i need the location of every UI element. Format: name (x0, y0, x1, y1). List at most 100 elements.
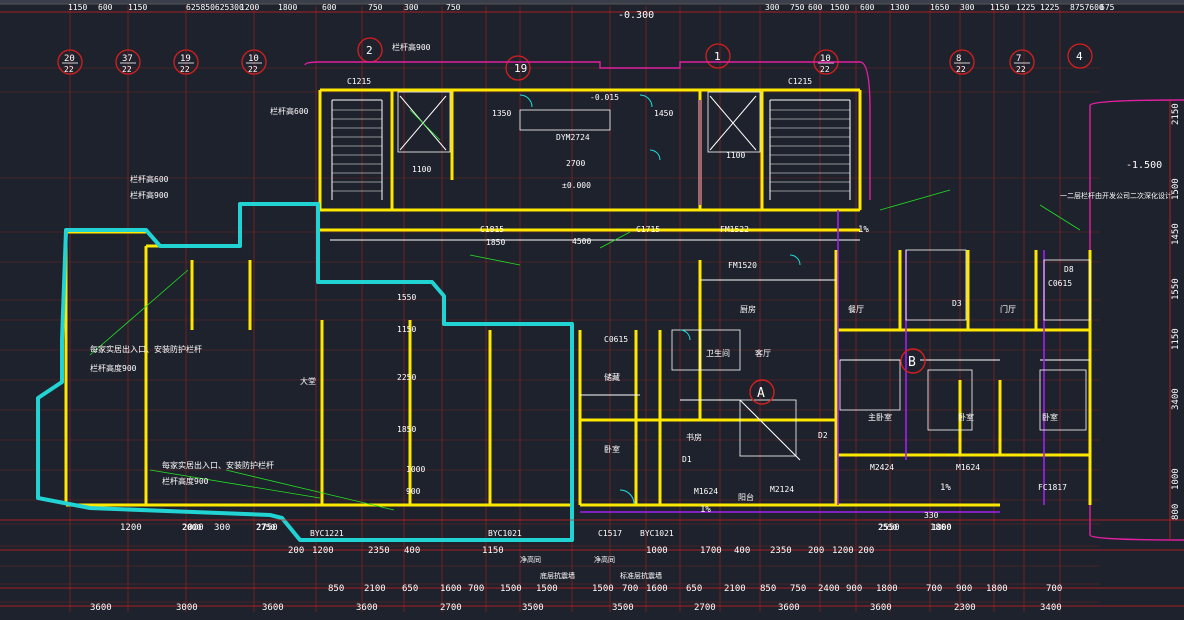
bottom-dim-row1: 2750 (256, 523, 278, 533)
component-tag: C1815 (480, 225, 504, 234)
bottom-dim-row1: 300 (214, 523, 230, 533)
component-tag: 2250 (397, 373, 416, 382)
bottom-label: 底层抗震墙 (540, 571, 575, 580)
guard-note-4: 栏杆高900 (130, 190, 169, 200)
top-dim-label: 600 (808, 3, 823, 12)
component-tag: 1850 (486, 238, 505, 247)
bottom-dim-row4: 3600 (262, 603, 284, 613)
axis-marker-sheet: 22 (1016, 65, 1026, 74)
axis-marker-number: 19 (514, 62, 527, 75)
component-tag: -0.015 (590, 93, 619, 102)
bottom-dim-row2: 1200 (832, 546, 854, 556)
bottom-dim-row2: 200 (858, 546, 874, 556)
bottom-dim-row3: 1500 (592, 584, 614, 594)
axis-marker-number: 37 (122, 54, 133, 64)
top-dim-label: 1225 (1016, 3, 1035, 12)
component-tag: 900 (406, 487, 421, 496)
bottom-label: 净高同 (594, 555, 615, 564)
unit-a-label: A (757, 386, 765, 401)
bottom-dim-row3: 1800 (876, 584, 898, 594)
top-dim-label: 300 (765, 3, 780, 12)
top-dim-label: 600 (322, 3, 337, 12)
axis-marker-number: 8 (956, 54, 961, 64)
bottom-dim-row4: 3500 (522, 603, 544, 613)
axis-marker-number: 4 (1076, 50, 1083, 63)
bottom-dim-row3: 2400 (818, 584, 840, 594)
component-tag: M1624 (694, 487, 718, 496)
bottom-dim-row4: 3600 (778, 603, 800, 613)
axis-marker-number: 2 (366, 44, 373, 57)
component-tag: 1550 (397, 293, 416, 302)
top-dim-label: 625850625300 (186, 3, 244, 12)
bottom-dim-row2: 1200 (312, 546, 334, 556)
bottom-dim-row4: 3500 (612, 603, 634, 613)
bottom-dim-row3: 700 (926, 584, 942, 594)
room-storage: 储藏 (604, 372, 620, 382)
component-tag: 1450 (654, 109, 673, 118)
top-dim-label: 300 (960, 3, 975, 12)
top-dim-label: 1800 (278, 3, 297, 12)
room-study: 书房 (686, 432, 702, 442)
room-bedroom-a: 卧室 (604, 444, 620, 454)
axis-marker-sheet: 22 (248, 65, 258, 74)
room-hall: 门厅 (1000, 304, 1016, 314)
top-dim-label: 1150 (128, 3, 147, 12)
left-annotation-1: 每家实居出入口、安装防护栏杆 (90, 344, 202, 354)
top-dim-label: 1200 (240, 3, 259, 12)
elevation-right: -1.500 (1126, 160, 1162, 171)
bottom-dim-row3: 900 (956, 584, 972, 594)
component-tag: 1000 (406, 465, 425, 474)
component-tag: 4500 (572, 237, 591, 246)
component-tag: C1517 (598, 529, 622, 538)
component-tag: BYC1021 (488, 529, 522, 538)
top-dim-label: 675 (1100, 3, 1115, 12)
bottom-dim-row2: 400 (734, 546, 750, 556)
right-dim-label: 1500 (1171, 178, 1181, 200)
bottom-label: 净高同 (520, 555, 541, 564)
component-tag: C0615 (1048, 279, 1072, 288)
axis-marker-number: 7 (1016, 54, 1021, 64)
right-dim-label: 1150 (1171, 328, 1181, 350)
bottom-dim-row4: 2700 (440, 603, 462, 613)
bottom-dim-row3: 700 (1046, 584, 1062, 594)
component-tag: C1215 (788, 77, 812, 86)
top-dim-label: 8757600 (1070, 3, 1104, 12)
bottom-label: 标准层抗震墙 (620, 571, 662, 580)
component-tag: M2124 (770, 485, 794, 494)
cad-drawing-canvas[interactable]: 1150 600 1150 6258506253001200 1800 600 750 300… (0, 0, 1184, 620)
top-dim-label: 600 (98, 3, 113, 12)
top-dim-label: 1500 (830, 3, 849, 12)
bottom-dim-row3: 850 (760, 584, 776, 594)
slope-2: 1% (940, 483, 951, 493)
bottom-dim-row3: 2100 (724, 584, 746, 594)
room-bath: 卫生间 (706, 348, 730, 358)
axis-marker-sheet: 22 (180, 65, 190, 74)
component-tag: 1100 (412, 165, 431, 174)
bottom-dim-row4: 2300 (954, 603, 976, 613)
bottom-dim-row4: 3600 (356, 603, 378, 613)
component-tag: C1215 (347, 77, 371, 86)
bottom-dim-row2: 1150 (482, 546, 504, 556)
guard-note-3: 栏杆高600 (130, 174, 169, 184)
component-tag: 2700 (566, 159, 585, 168)
guard-note-2: 栏杆高900 (392, 42, 431, 52)
bottom-dim-row3: 2100 (364, 584, 386, 594)
axis-marker-number: 10 (248, 54, 259, 64)
component-tag: C1715 (636, 225, 660, 234)
bottom-dim-row2: 2350 (770, 546, 792, 556)
bottom-dim-row3: 900 (846, 584, 862, 594)
axis-marker-number: 19 (180, 54, 191, 64)
right-dim-label: 800 (1171, 504, 1181, 520)
bottom-dim-row4: 3600 (870, 603, 892, 613)
top-dim-label: 1150 (990, 3, 1009, 12)
guard-note-1: 栏杆高600 (270, 106, 309, 116)
slope-1: 1% (700, 505, 711, 515)
room-bedroom-c: 卧室 (1042, 412, 1058, 422)
room-master: 主卧室 (868, 412, 892, 422)
component-tag: 1350 (492, 109, 511, 118)
right-dim-label: 3400 (1171, 388, 1181, 410)
top-dim-label: 1650 (930, 3, 949, 12)
bottom-dim-row3: 850 (328, 584, 344, 594)
left-annotation-4: 栏杆高度900 (162, 476, 209, 486)
room-balcony: 阳台 (738, 492, 754, 502)
